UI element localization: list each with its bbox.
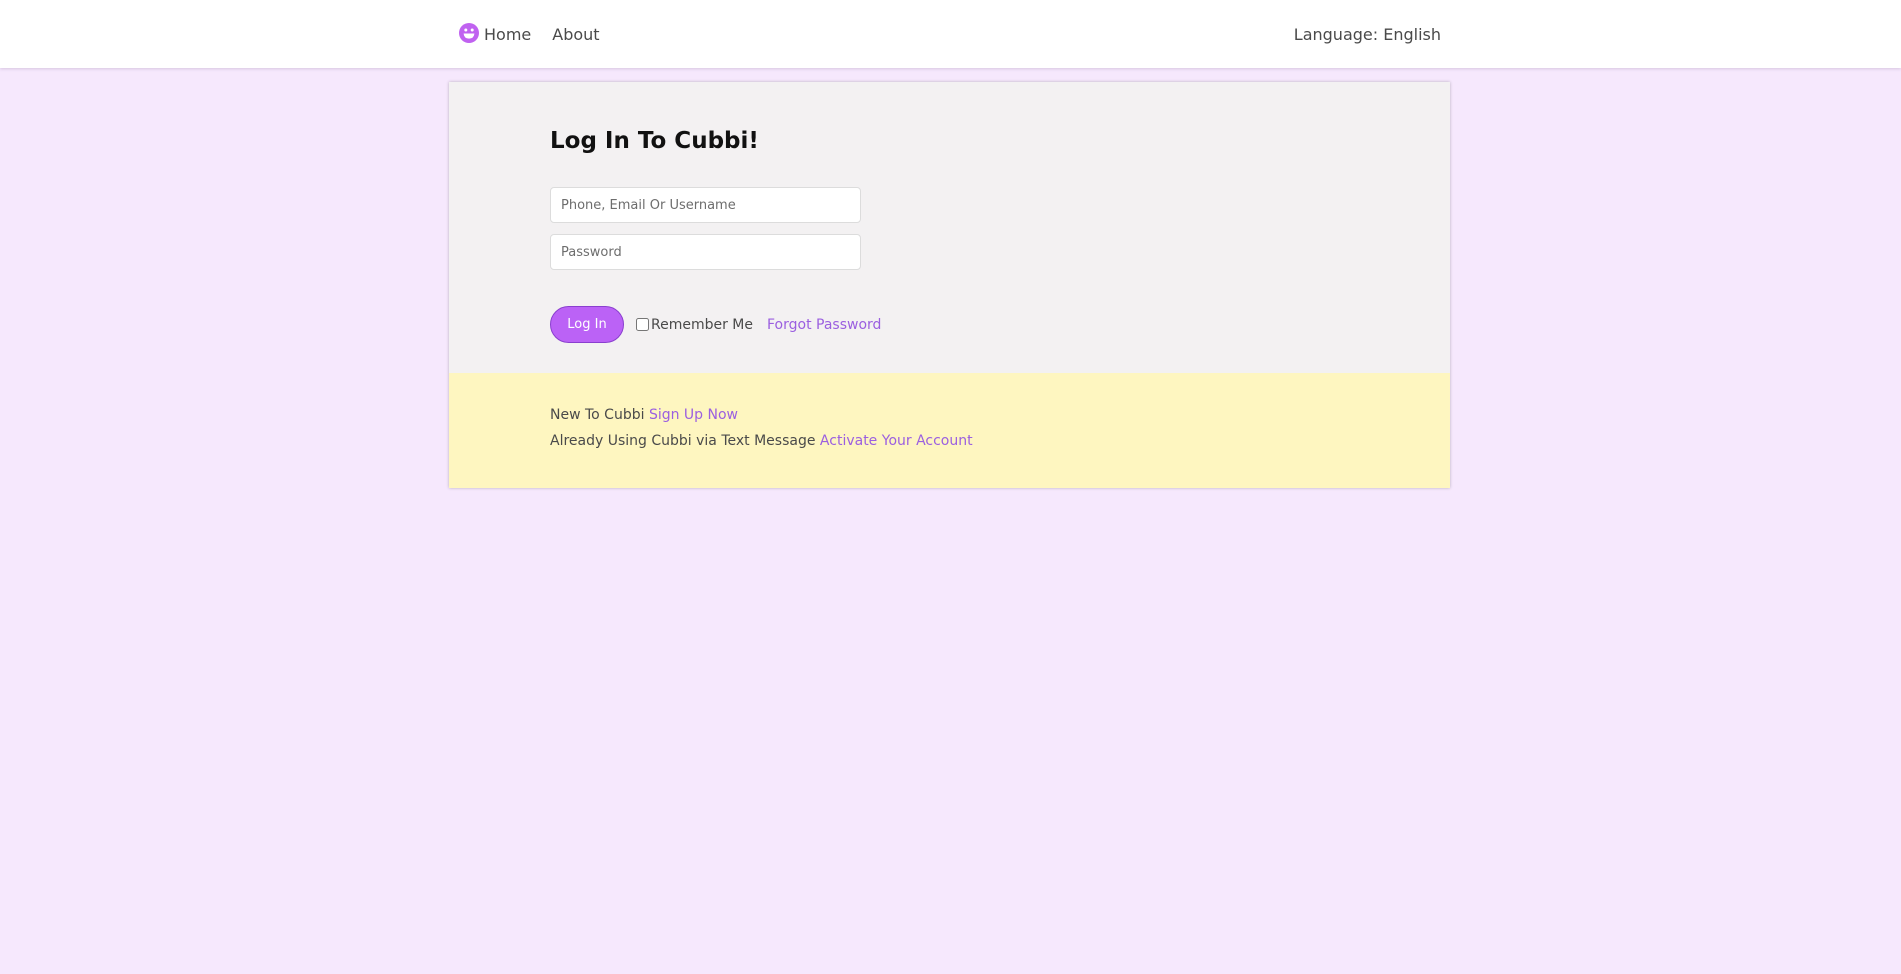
smiley-face-icon[interactable] [459, 22, 479, 43]
login-button[interactable]: Log In [550, 306, 624, 343]
top-navbar: Home About Language: English [0, 0, 1901, 68]
signup-row: New To Cubbi Sign Up Now [550, 407, 738, 423]
page-title: Log In To Cubbi! [550, 128, 759, 154]
language-selector[interactable]: Language: English [1294, 0, 1441, 68]
forgot-password-link[interactable]: Forgot Password [767, 317, 881, 333]
activate-account-link[interactable]: Activate Your Account [820, 433, 973, 449]
username-input[interactable] [550, 187, 861, 223]
sign-up-link[interactable]: Sign Up Now [649, 407, 738, 423]
signup-section: New To Cubbi Sign Up Now Already Using C… [449, 373, 1450, 488]
nav-left-group: Home About [459, 0, 600, 68]
password-input[interactable] [550, 234, 861, 270]
nav-home-link[interactable]: Home [484, 25, 531, 44]
nav-about-link[interactable]: About [552, 25, 599, 44]
remember-me[interactable]: Remember Me [636, 317, 753, 333]
login-card: Log In To Cubbi! Log In Remember Me Forg… [449, 82, 1450, 488]
new-to-cubbi-text: New To Cubbi [550, 407, 649, 423]
activate-row: Already Using Cubbi via Text Message Act… [550, 433, 973, 449]
remember-me-checkbox[interactable] [636, 318, 649, 331]
remember-me-label: Remember Me [651, 316, 753, 333]
login-form-section: Log In To Cubbi! Log In Remember Me Forg… [449, 82, 1450, 373]
login-actions: Log In Remember Me Forgot Password [550, 306, 881, 343]
already-using-text: Already Using Cubbi via Text Message [550, 433, 820, 449]
